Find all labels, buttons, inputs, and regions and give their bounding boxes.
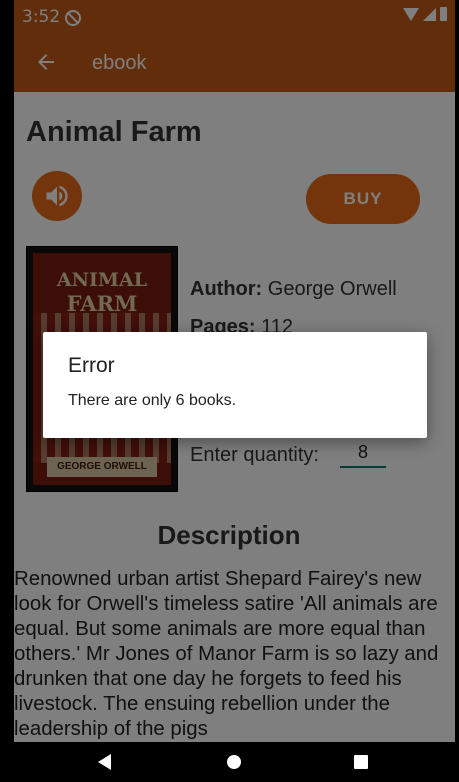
navigation-bar <box>14 742 455 782</box>
nav-back-icon[interactable] <box>98 754 111 770</box>
nav-home-icon[interactable] <box>227 755 241 769</box>
dialog-message: There are only 6 books. <box>68 392 237 409</box>
nav-recents-icon[interactable] <box>354 755 368 769</box>
error-dialog: Error There are only 6 books. <box>43 332 427 438</box>
screen: 3:52 ebook Animal Farm BUY ANIMAL <box>14 0 455 782</box>
dialog-title: Error <box>68 354 115 377</box>
